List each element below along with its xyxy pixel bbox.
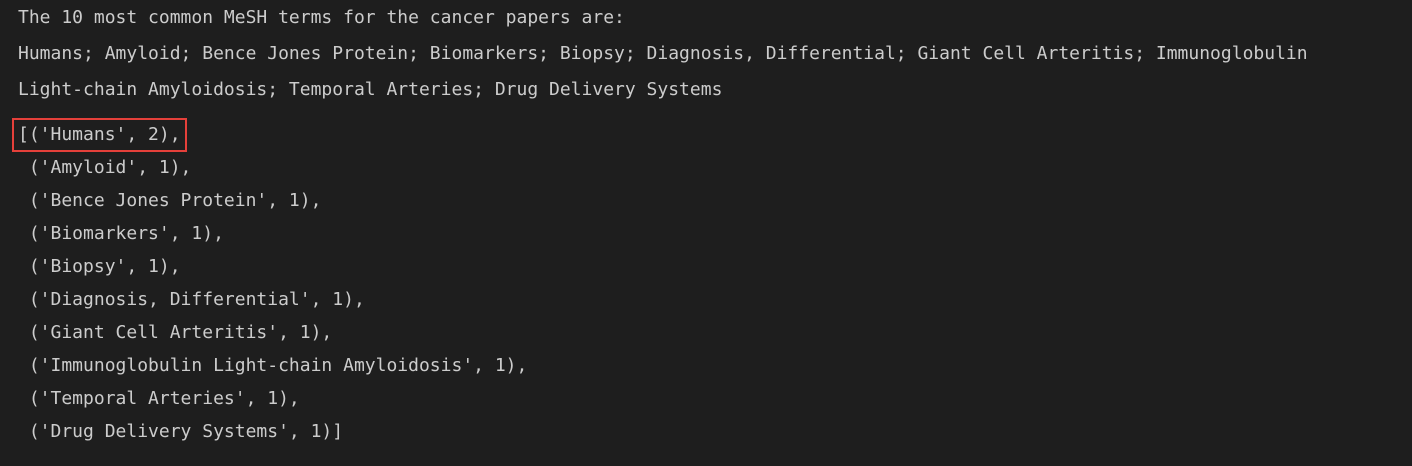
- output-heading: The 10 most common MeSH terms for the ca…: [18, 7, 625, 28]
- list-row: ('Bence Jones Protein', 1),: [18, 190, 322, 211]
- terms-line-1: Humans; Amyloid; Bence Jones Protein; Bi…: [18, 43, 1308, 64]
- terms-line-2: Light-chain Amyloidosis; Temporal Arteri…: [18, 79, 723, 100]
- list-row: ('Biomarkers', 1),: [18, 223, 224, 244]
- list-row: ('Drug Delivery Systems', 1)]: [18, 421, 344, 442]
- list-row: ('Amyloid', 1),: [18, 157, 192, 178]
- list-row-humans: [('Humans', 2),: [12, 118, 1408, 152]
- highlighted-list-row: [('Humans', 2),: [12, 118, 187, 152]
- list-row: ('Diagnosis, Differential', 1),: [18, 289, 365, 310]
- list-row: ('Biopsy', 1),: [18, 256, 181, 277]
- list-row: ('Immunoglobulin Light-chain Amyloidosis…: [18, 355, 528, 376]
- list-row: ('Temporal Arteries', 1),: [18, 388, 300, 409]
- notebook-output: The 10 most common MeSH terms for the ca…: [12, 0, 1408, 448]
- list-row: ('Giant Cell Arteritis', 1),: [18, 322, 333, 343]
